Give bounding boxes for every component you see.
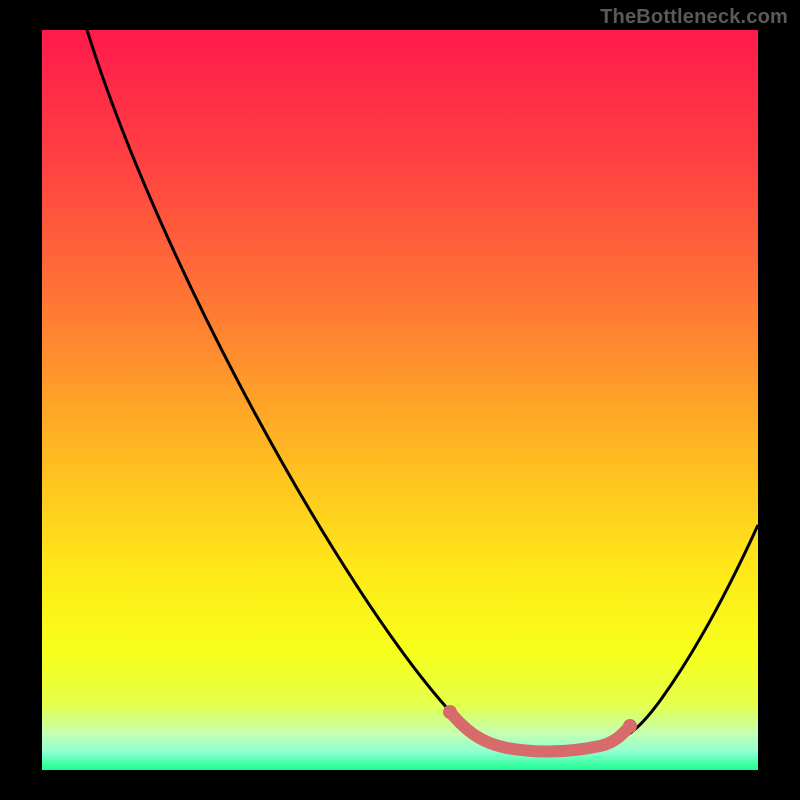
curve-path xyxy=(87,30,758,752)
chart-frame: TheBottleneck.com xyxy=(0,0,800,800)
optimal-range-end-dot xyxy=(623,719,637,733)
optimal-range-highlight xyxy=(450,712,630,752)
plot-area xyxy=(42,30,758,770)
watermark-text: TheBottleneck.com xyxy=(600,6,788,29)
optimal-range-start-dot xyxy=(443,705,457,719)
bottleneck-curve xyxy=(42,30,758,770)
